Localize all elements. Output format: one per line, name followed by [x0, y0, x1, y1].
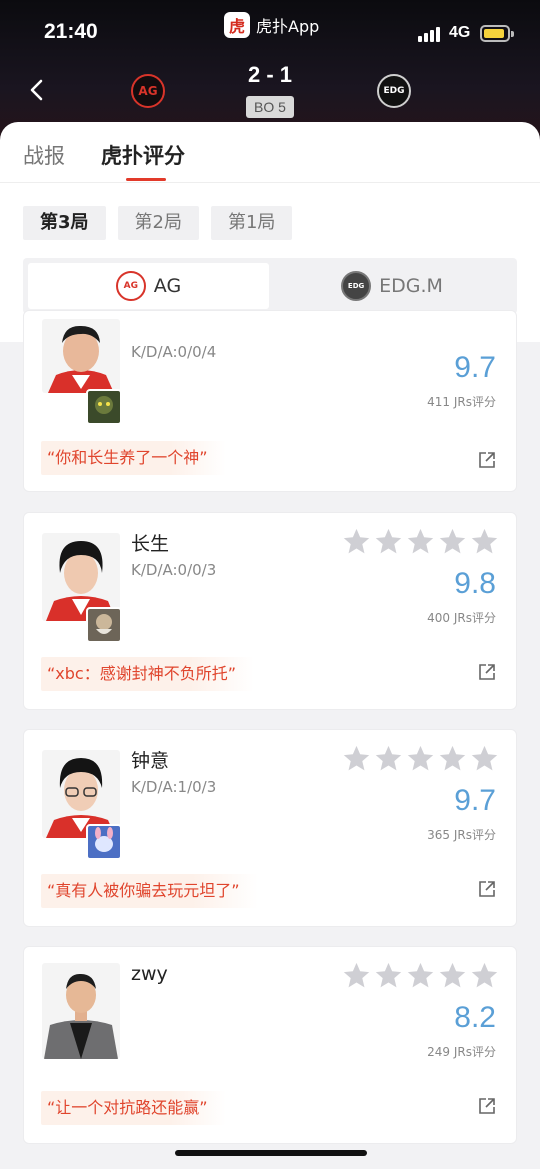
player-name: 长生 — [131, 533, 170, 555]
tab-hupu-rating[interactable]: 虎扑评分 — [101, 140, 185, 170]
hupu-app-icon: 虎 — [224, 12, 250, 38]
team-edg-tab[interactable]: EDG EDG.M — [272, 263, 512, 309]
team-switch: AG AG EDG EDG.M — [23, 258, 517, 314]
top-comment[interactable]: “让一个对抗路还能赢” — [41, 1091, 226, 1125]
active-tab-indicator — [126, 178, 166, 181]
star-icon[interactable] — [342, 744, 371, 773]
star-icon[interactable] — [342, 527, 371, 556]
player-card[interactable]: 长生 K/D/A:0/0/3 9.8 400 JRs评分 “xbc：感谢封神不负… — [23, 512, 517, 710]
star-icon[interactable] — [406, 961, 435, 990]
star-rating[interactable] — [342, 961, 499, 990]
network-type: 4G — [449, 24, 471, 41]
player-score: 9.8 — [454, 567, 496, 600]
rating-count: 365 JRs评分 — [427, 828, 496, 842]
team-ag-tab[interactable]: AG AG — [28, 263, 269, 309]
match-format-badge: BO 5 — [246, 96, 294, 118]
star-icon[interactable] — [342, 961, 371, 990]
battery-icon — [480, 25, 514, 42]
rating-count: 411 JRs评分 — [427, 395, 496, 409]
player-score: 9.7 — [454, 784, 496, 817]
ag-logo-icon: AG — [115, 271, 146, 301]
game-3-button[interactable]: 第3局 — [23, 206, 106, 240]
edg-team-logo[interactable]: EDG — [377, 74, 411, 108]
star-icon[interactable] — [374, 961, 403, 990]
tab-bar: 战报 虎扑评分 — [0, 122, 540, 183]
game-selector: 第3局 第2局 第1局 — [23, 206, 293, 240]
share-icon[interactable] — [478, 880, 496, 898]
star-icon[interactable] — [470, 961, 499, 990]
player-name: 钟意 — [131, 750, 170, 772]
rating-count: 400 JRs评分 — [427, 611, 496, 625]
star-icon[interactable] — [406, 527, 435, 556]
tab-report[interactable]: 战报 — [23, 140, 65, 170]
hero-icon — [86, 389, 122, 425]
app-name: 虎扑App — [256, 17, 320, 36]
star-icon[interactable] — [470, 744, 499, 773]
star-icon[interactable] — [438, 961, 467, 990]
rating-count: 249 JRs评分 — [427, 1045, 496, 1059]
match-score: 2 - 1 — [247, 62, 293, 87]
star-icon[interactable] — [374, 527, 403, 556]
app-indicator: 虎 虎扑App — [224, 12, 319, 38]
player-avatar — [42, 963, 120, 1059]
star-icon[interactable] — [438, 744, 467, 773]
share-icon[interactable] — [478, 1097, 496, 1115]
cellular-signal-icon — [418, 27, 440, 42]
game-1-button[interactable]: 第1局 — [210, 206, 293, 240]
status-bar: 21:40 虎 虎扑App 4G — [0, 0, 540, 64]
hero-icon — [86, 824, 122, 860]
player-avatar — [42, 319, 120, 393]
team-ag-label: AG — [153, 275, 182, 297]
star-rating[interactable] — [342, 527, 499, 556]
top-comment[interactable]: “xbc：感谢封神不负所托” — [41, 657, 255, 691]
player-kda: K/D/A:0/0/4 — [131, 343, 217, 361]
team-edg-label: EDG.M — [379, 275, 443, 297]
player-card[interactable]: K/D/A:0/0/4 9.7 411 JRs评分 “你和长生养了一个神” — [23, 310, 517, 492]
star-icon[interactable] — [438, 527, 467, 556]
player-card[interactable]: zwy 8.2 249 JRs评分 “让一个对抗路还能赢” — [23, 946, 517, 1144]
hero-icon — [86, 607, 122, 643]
star-icon[interactable] — [470, 527, 499, 556]
top-comment[interactable]: “你和长生养了一个神” — [41, 441, 226, 475]
player-score: 8.2 — [454, 1001, 496, 1034]
rating-panel: 战报 虎扑评分 第3局 第2局 第1局 AG AG EDG EDG.M — [0, 122, 540, 342]
star-icon[interactable] — [406, 744, 435, 773]
edg-logo-icon: EDG — [341, 271, 372, 301]
player-card[interactable]: 钟意 K/D/A:1/0/3 9.7 365 JRs评分 “真有人被你骗去玩元坦… — [23, 729, 517, 927]
star-rating[interactable] — [342, 744, 499, 773]
top-comment[interactable]: “真有人被你骗去玩元坦了” — [41, 874, 258, 908]
player-name: zwy — [131, 963, 168, 985]
status-time: 21:40 — [44, 20, 98, 43]
share-icon[interactable] — [478, 663, 496, 681]
player-kda: K/D/A:1/0/3 — [131, 778, 217, 796]
home-indicator[interactable] — [175, 1150, 367, 1156]
share-icon[interactable] — [478, 451, 496, 469]
player-kda: K/D/A:0/0/3 — [131, 561, 217, 579]
player-score: 9.7 — [454, 351, 496, 384]
star-icon[interactable] — [374, 744, 403, 773]
game-2-button[interactable]: 第2局 — [117, 206, 199, 240]
